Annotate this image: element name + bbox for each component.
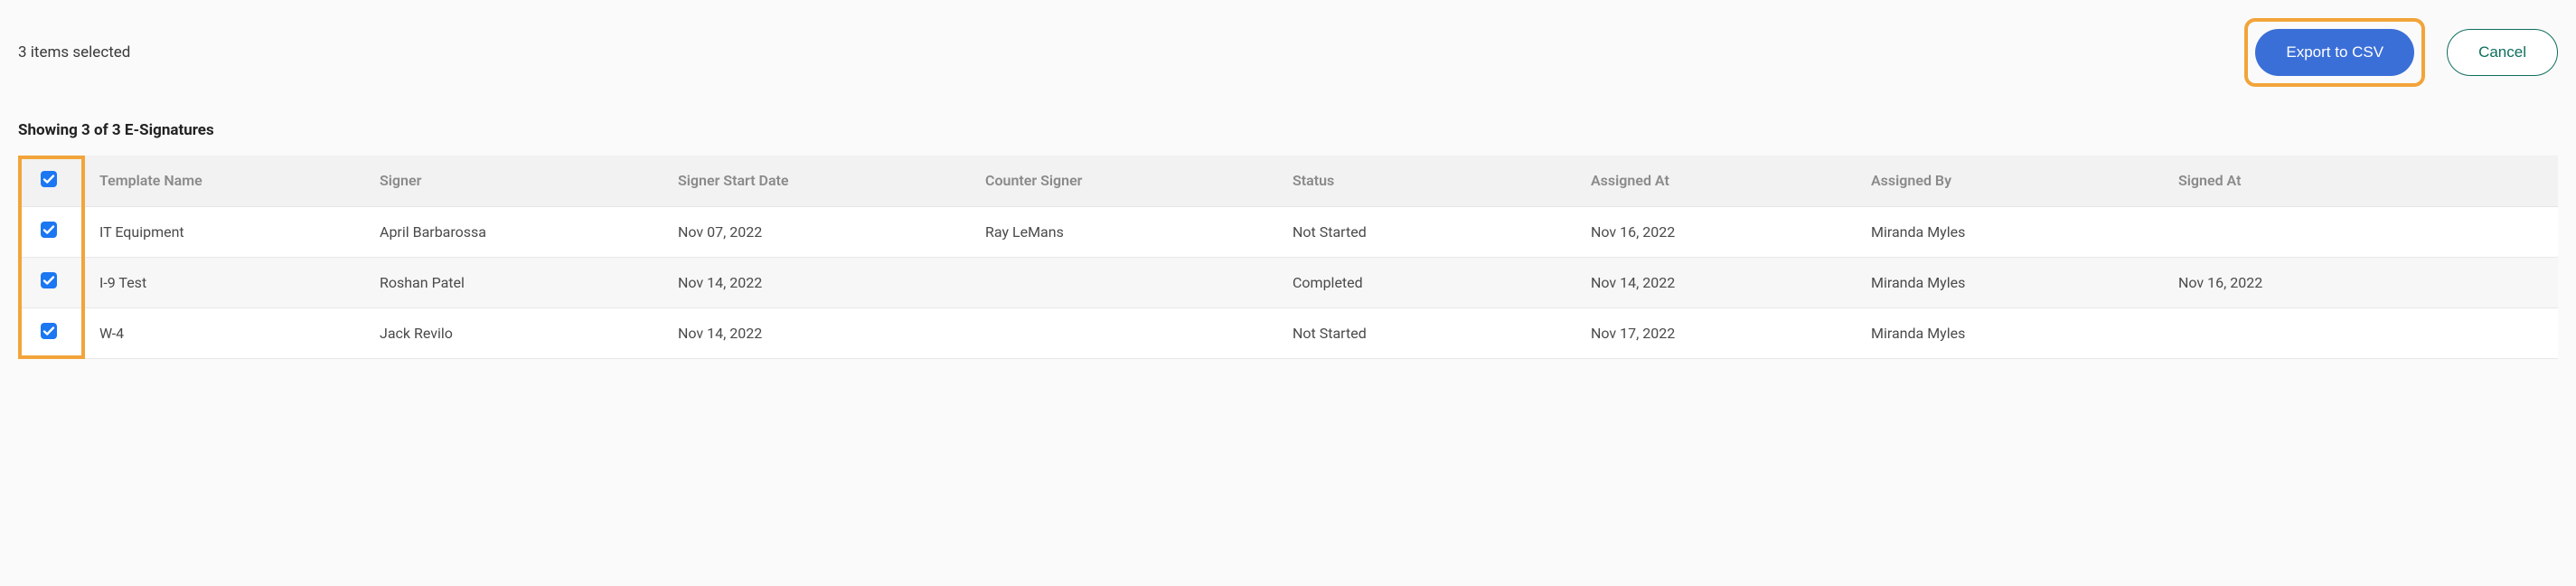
cell-status: Completed	[1273, 257, 1571, 307]
col-signed-at: Signed At	[2158, 156, 2558, 206]
col-assigned-at: Assigned At	[1571, 156, 1851, 206]
col-template-name: Template Name	[80, 156, 360, 206]
cell-template-name: W-4	[80, 307, 360, 358]
cell-signed-at: Nov 16, 2022	[2158, 257, 2558, 307]
cell-template-name: IT Equipment	[80, 206, 360, 257]
selection-count: 3 items selected	[18, 43, 130, 61]
export-to-csv-button[interactable]: Export to CSV	[2255, 29, 2414, 76]
esignatures-table-wrap: Template Name Signer Signer Start Date C…	[18, 156, 2558, 359]
cell-assigned-by: Miranda Myles	[1851, 257, 2158, 307]
row-checkbox-cell	[18, 307, 80, 358]
cell-counter-signer	[965, 257, 1273, 307]
cell-signer: Jack Revilo	[360, 307, 658, 358]
cell-counter-signer: Ray LeMans	[965, 206, 1273, 257]
row-checkbox-cell	[18, 206, 80, 257]
cell-counter-signer	[965, 307, 1273, 358]
cell-assigned-by: Miranda Myles	[1851, 206, 2158, 257]
cell-status: Not Started	[1273, 307, 1571, 358]
cell-assigned-at: Nov 17, 2022	[1571, 307, 1851, 358]
col-counter-signer: Counter Signer	[965, 156, 1273, 206]
row-checkbox[interactable]	[40, 271, 58, 289]
cell-signer: Roshan Patel	[360, 257, 658, 307]
cell-assigned-at: Nov 14, 2022	[1571, 257, 1851, 307]
cell-assigned-by: Miranda Myles	[1851, 307, 2158, 358]
cell-signer-start-date: Nov 14, 2022	[658, 307, 965, 358]
cell-status: Not Started	[1273, 206, 1571, 257]
cell-signed-at	[2158, 206, 2558, 257]
cell-signer: April Barbarossa	[360, 206, 658, 257]
table-row: W-4Jack ReviloNov 14, 2022 Not StartedNov…	[18, 307, 2558, 358]
table-header-row: Template Name Signer Signer Start Date C…	[18, 156, 2558, 206]
row-checkbox[interactable]	[40, 322, 58, 340]
cell-signer-start-date: Nov 07, 2022	[658, 206, 965, 257]
row-checkbox[interactable]	[40, 221, 58, 239]
button-group: Export to CSV Cancel	[2244, 18, 2558, 87]
top-bar: 3 items selected Export to CSV Cancel	[18, 18, 2558, 87]
col-status: Status	[1273, 156, 1571, 206]
esignatures-table: Template Name Signer Signer Start Date C…	[18, 156, 2558, 359]
select-all-checkbox[interactable]	[40, 170, 58, 188]
results-summary: Showing 3 of 3 E-Signatures	[18, 121, 2558, 139]
cell-signed-at	[2158, 307, 2558, 358]
cancel-button[interactable]: Cancel	[2447, 29, 2558, 76]
cell-assigned-at: Nov 16, 2022	[1571, 206, 1851, 257]
col-signer-start-date: Signer Start Date	[658, 156, 965, 206]
cell-template-name: I-9 Test	[80, 257, 360, 307]
table-row: I-9 TestRoshan PatelNov 14, 2022Complete…	[18, 257, 2558, 307]
col-signer: Signer	[360, 156, 658, 206]
export-highlight: Export to CSV	[2244, 18, 2425, 87]
col-assigned-by: Assigned By	[1851, 156, 2158, 206]
table-row: IT EquipmentApril BarbarossaNov 07, 2022…	[18, 206, 2558, 257]
row-checkbox-cell	[18, 257, 80, 307]
header-checkbox-cell	[18, 156, 80, 206]
cell-signer-start-date: Nov 14, 2022	[658, 257, 965, 307]
